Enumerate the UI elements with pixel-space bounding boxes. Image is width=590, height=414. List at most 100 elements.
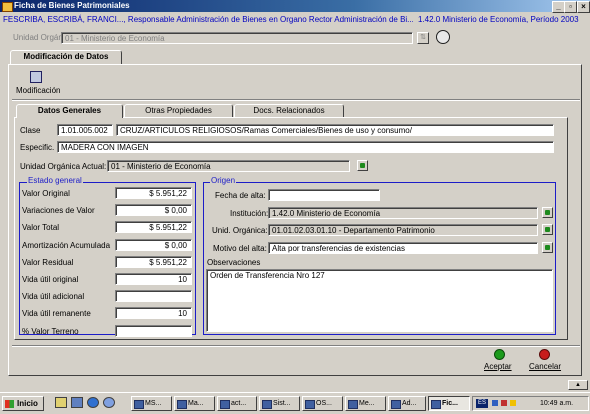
clase-code-field[interactable]: 1.01.005.002	[57, 124, 113, 136]
estado-row-label: Valor Total	[22, 223, 60, 232]
taskbar-app-icon	[262, 400, 272, 409]
fecha-alta-label: Fecha de alta:	[215, 191, 266, 200]
estado-general-title: Estado general	[27, 176, 83, 186]
scroll-up-arrow-icon[interactable]: ▲	[568, 380, 588, 390]
tray-volume-icon[interactable]	[501, 400, 507, 406]
clock: 10:49 a.m.	[540, 400, 574, 407]
estado-row-value[interactable]	[115, 290, 192, 302]
quicklaunch-desktop-icon[interactable]	[55, 397, 67, 408]
system-tray: ES 10:49 a.m.	[472, 396, 589, 411]
clase-description-field[interactable]: CRUZ/ARTICULOS RELIGIOSOS/Ramas Comercia…	[116, 124, 554, 136]
estado-row-value[interactable]: $ 5.951,22	[115, 256, 192, 268]
observaciones-label: Observaciones	[207, 258, 261, 267]
modificacion-button[interactable]: Modificación	[14, 70, 60, 98]
cancelar-button[interactable]: Cancelar	[525, 348, 567, 374]
taskbar-window-label: Ma...	[188, 400, 204, 407]
taskbar-app-icon	[134, 400, 144, 409]
estado-row-label: Vida útil adicional	[22, 292, 85, 301]
context-info: 1.42.0 Ministerio de Economía, Período 2…	[418, 15, 579, 24]
taskbar-window-label: act...	[231, 400, 247, 407]
estado-row-value[interactable]: $ 5.951,22	[115, 221, 192, 233]
unid-organica-label: Unid. Orgánica:	[212, 226, 268, 235]
tab-modificacion-de-datos[interactable]: Modificación de Datos	[10, 50, 122, 65]
session-info-bar: FESCRIBA, ESCRIBÁ, FRANCI..., Responsabl…	[0, 13, 590, 27]
institucion-label: Institución:	[230, 209, 269, 218]
estado-row-value[interactable]: $ 5.951,22	[115, 187, 192, 199]
estado-row-label: % Valor Terreno	[22, 327, 79, 336]
tray-app-icon[interactable]	[492, 400, 498, 406]
taskbar-app-icon	[305, 400, 315, 409]
toolbar-divider	[12, 99, 580, 101]
taskbar-window-button[interactable]: Sist...	[259, 396, 300, 411]
estado-row-value[interactable]: $ 0,00	[115, 239, 192, 251]
cancel-icon	[539, 349, 550, 360]
edit-document-icon	[30, 71, 42, 83]
start-button[interactable]: Inicio	[2, 396, 44, 411]
estado-row-label: Amortización Acumulada	[22, 241, 111, 250]
fecha-alta-field[interactable]	[268, 189, 380, 201]
taskbar: Inicio MS... Ma... act... Sist... OS... Me...…	[0, 392, 590, 414]
close-button[interactable]: ×	[577, 1, 590, 13]
search-globe-icon[interactable]	[436, 30, 450, 44]
taskbar-app-icon	[177, 400, 187, 409]
institucion-lookup-button[interactable]	[542, 207, 553, 218]
especific-label: Especific.	[20, 143, 55, 152]
taskbar-window-label: OS...	[316, 400, 332, 407]
taskbar-window-button[interactable]: Ad...	[388, 396, 426, 411]
unid-organica-lookup-button[interactable]	[542, 224, 553, 235]
aceptar-button[interactable]: Aceptar	[480, 348, 520, 374]
taskbar-window-label: Me...	[359, 400, 375, 407]
tab-otras-propiedades[interactable]: Otras Propiedades	[124, 104, 233, 117]
quicklaunch-outlook-icon[interactable]	[71, 397, 83, 408]
unidad-actual-label: Unidad Orgánica Actual:	[20, 162, 107, 171]
observaciones-textarea[interactable]: Orden de Transferencia Nro 127	[206, 269, 553, 332]
tab-datos-generales[interactable]: Datos Generales	[16, 104, 123, 118]
especific-field[interactable]: MADERA CON IMAGEN	[57, 141, 554, 153]
tab-docs-relacionados[interactable]: Docs. Relacionados	[234, 104, 344, 117]
origen-title: Origen	[210, 176, 237, 186]
estado-row-label: Vida útil original	[22, 275, 79, 284]
taskbar-window-label: Fic...	[442, 400, 458, 407]
estado-row-label: Variaciones de Valor	[22, 206, 95, 215]
estado-row-label: Vida útil remanente	[22, 309, 91, 318]
taskbar-window-button[interactable]: Me...	[345, 396, 386, 411]
taskbar-window-button[interactable]: act...	[217, 396, 257, 411]
taskbar-app-icon	[431, 400, 441, 409]
motivo-alta-label: Motivo del alta:	[213, 244, 267, 253]
motivo-alta-lookup-button[interactable]	[542, 242, 553, 253]
cancelar-label: Cancelar	[529, 362, 562, 371]
clase-label: Clase	[20, 126, 41, 135]
taskbar-app-icon	[391, 400, 401, 409]
taskbar-app-icon	[220, 400, 230, 409]
taskbar-window-button[interactable]: Fic...	[428, 396, 470, 411]
maximize-button[interactable]: ▫	[564, 1, 577, 13]
taskbar-window-label: Ad...	[402, 400, 417, 407]
quicklaunch-ie-icon[interactable]	[87, 397, 99, 408]
unidad-lookup-button: ⇅	[417, 32, 429, 44]
accept-icon	[494, 349, 505, 360]
estado-row-value[interactable]: 10	[115, 307, 192, 319]
taskbar-window-label: Sist...	[273, 400, 291, 407]
taskbar-window-label: MS...	[145, 400, 162, 407]
unidad-actual-field: 01 - Ministerio de Economía	[107, 160, 350, 172]
taskbar-window-button[interactable]: OS...	[302, 396, 343, 411]
user-info: FESCRIBA, ESCRIBÁ, FRANCI..., Responsabl…	[3, 15, 413, 24]
motivo-alta-field[interactable]: Alta por transferencias de existencias	[268, 242, 538, 254]
window-title-bar[interactable]: Ficha de Bienes Patrimoniales _ ▫ ×	[0, 0, 590, 13]
unidad-organica-field: 01 - Ministerio de Economía	[61, 32, 413, 44]
estado-row-value[interactable]: $ 0,00	[115, 204, 192, 216]
unidad-actual-lookup-button[interactable]	[357, 160, 368, 171]
app-icon	[2, 2, 13, 12]
estado-row-value[interactable]: 10	[115, 273, 192, 285]
modificacion-label: Modificación	[16, 86, 61, 95]
taskbar-window-button[interactable]: MS...	[131, 396, 172, 411]
estado-row-label: Valor Residual	[22, 258, 74, 267]
language-indicator[interactable]: ES	[476, 399, 488, 408]
taskbar-app-icon	[348, 400, 358, 409]
taskbar-window-button[interactable]: Ma...	[174, 396, 215, 411]
tray-network-icon[interactable]	[510, 400, 516, 406]
estado-row-label: Valor Original	[22, 189, 70, 198]
window-title: Ficha de Bienes Patrimoniales	[14, 1, 130, 10]
quicklaunch-browser-icon[interactable]	[103, 397, 115, 408]
estado-row-value[interactable]	[115, 325, 192, 337]
